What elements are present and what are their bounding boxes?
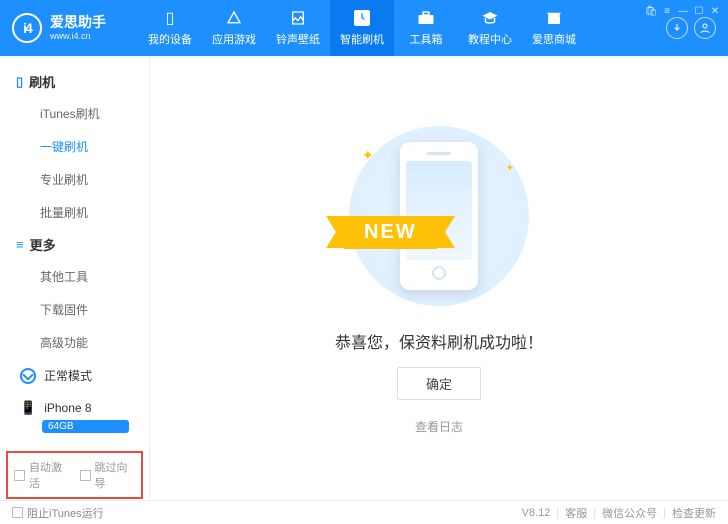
version-label: V8.12	[522, 507, 551, 519]
device-icon: 📱	[20, 400, 36, 416]
checkbox-icon	[80, 470, 91, 481]
brand-subtitle: www.i4.cn	[50, 31, 106, 42]
sidebar-item-oneclick-flash[interactable]: 一键刷机	[0, 130, 149, 163]
refresh-icon	[20, 368, 36, 384]
sidebar-item-itunes-flash[interactable]: iTunes刷机	[0, 97, 149, 130]
sidebar-item-download-firmware[interactable]: 下载固件	[0, 293, 149, 326]
check-auto-activate[interactable]: 自动激活	[14, 459, 70, 491]
tab-store[interactable]: 爱思商城	[522, 0, 586, 56]
support-link[interactable]: 客服	[565, 505, 587, 521]
highlighted-options: 自动激活 跳过向导	[6, 451, 143, 499]
check-skip-guide[interactable]: 跳过向导	[80, 459, 136, 491]
user-button[interactable]	[694, 17, 716, 39]
brand-title: 爱思助手	[50, 14, 106, 31]
close-icon[interactable]: ✕	[708, 4, 722, 18]
tab-apps[interactable]: 应用游戏	[202, 0, 266, 56]
phone-outline-icon: ▯	[16, 74, 23, 90]
wallpaper-icon	[288, 9, 308, 27]
sidebar-item-batch-flash[interactable]: 批量刷机	[0, 196, 149, 229]
new-ribbon: NEW	[344, 216, 437, 249]
check-block-itunes[interactable]: 阻止iTunes运行	[12, 505, 104, 521]
menu-icon[interactable]: ≡	[660, 4, 674, 18]
tab-flash[interactable]: 智能刷机	[330, 0, 394, 56]
tab-toolbox[interactable]: 工具箱	[394, 0, 458, 56]
confirm-button[interactable]: 确定	[397, 367, 481, 400]
app-header: i4 爱思助手 www.i4.cn ▯ 我的设备 应用游戏 铃声壁纸 智能刷	[0, 0, 728, 56]
logo-area: i4 爱思助手 www.i4.cn	[12, 13, 138, 43]
more-icon: ≡	[16, 237, 24, 252]
maximize-icon[interactable]: ☐	[692, 4, 706, 18]
storage-badge: 64GB	[42, 420, 129, 433]
store-icon	[544, 9, 564, 27]
sidebar-item-other-tools[interactable]: 其他工具	[0, 260, 149, 293]
check-update-link[interactable]: 检查更新	[672, 505, 716, 521]
tab-my-device[interactable]: ▯ 我的设备	[138, 0, 202, 56]
phone-icon: ▯	[160, 9, 180, 27]
flash-icon	[352, 9, 372, 27]
top-tabs: ▯ 我的设备 应用游戏 铃声壁纸 智能刷机 工具箱	[138, 0, 666, 56]
success-message: 恭喜您，保资料刷机成功啦！	[335, 329, 543, 353]
device-mode[interactable]: 正常模式	[10, 361, 139, 390]
view-log-link[interactable]: 查看日志	[415, 418, 463, 435]
sidebar-group-more: ≡ 更多	[0, 229, 149, 260]
sidebar-item-advanced[interactable]: 高级功能	[0, 326, 149, 359]
checkbox-icon	[14, 470, 25, 481]
sidebar-item-pro-flash[interactable]: 专业刷机	[0, 163, 149, 196]
apps-icon	[224, 9, 244, 27]
cart-icon[interactable]: 🛍	[644, 4, 658, 18]
logo-icon: i4	[12, 13, 42, 43]
sidebar: ▯ 刷机 iTunes刷机 一键刷机 专业刷机 批量刷机 ≡ 更多 其他工具 下…	[0, 56, 150, 500]
device-info[interactable]: 📱 iPhone 8 64GB	[10, 394, 139, 439]
download-button[interactable]	[666, 17, 688, 39]
main-content: ✦ ✦ ✦ NEW 恭喜您，保资料刷机成功啦！ 确定 查看日志	[150, 56, 728, 500]
tutorial-icon	[480, 9, 500, 27]
wechat-link[interactable]: 微信公众号	[602, 505, 657, 521]
minimize-icon[interactable]: —	[676, 4, 690, 18]
tab-ringtones[interactable]: 铃声壁纸	[266, 0, 330, 56]
tab-tutorials[interactable]: 教程中心	[458, 0, 522, 56]
checkbox-icon	[12, 507, 23, 518]
success-illustration: ✦ ✦ ✦ NEW	[334, 121, 544, 311]
status-bar: 阻止iTunes运行 V8.12 | 客服 | 微信公众号 | 检查更新	[0, 500, 728, 524]
sidebar-group-flash: ▯ 刷机	[0, 66, 149, 97]
toolbox-icon	[416, 9, 436, 27]
